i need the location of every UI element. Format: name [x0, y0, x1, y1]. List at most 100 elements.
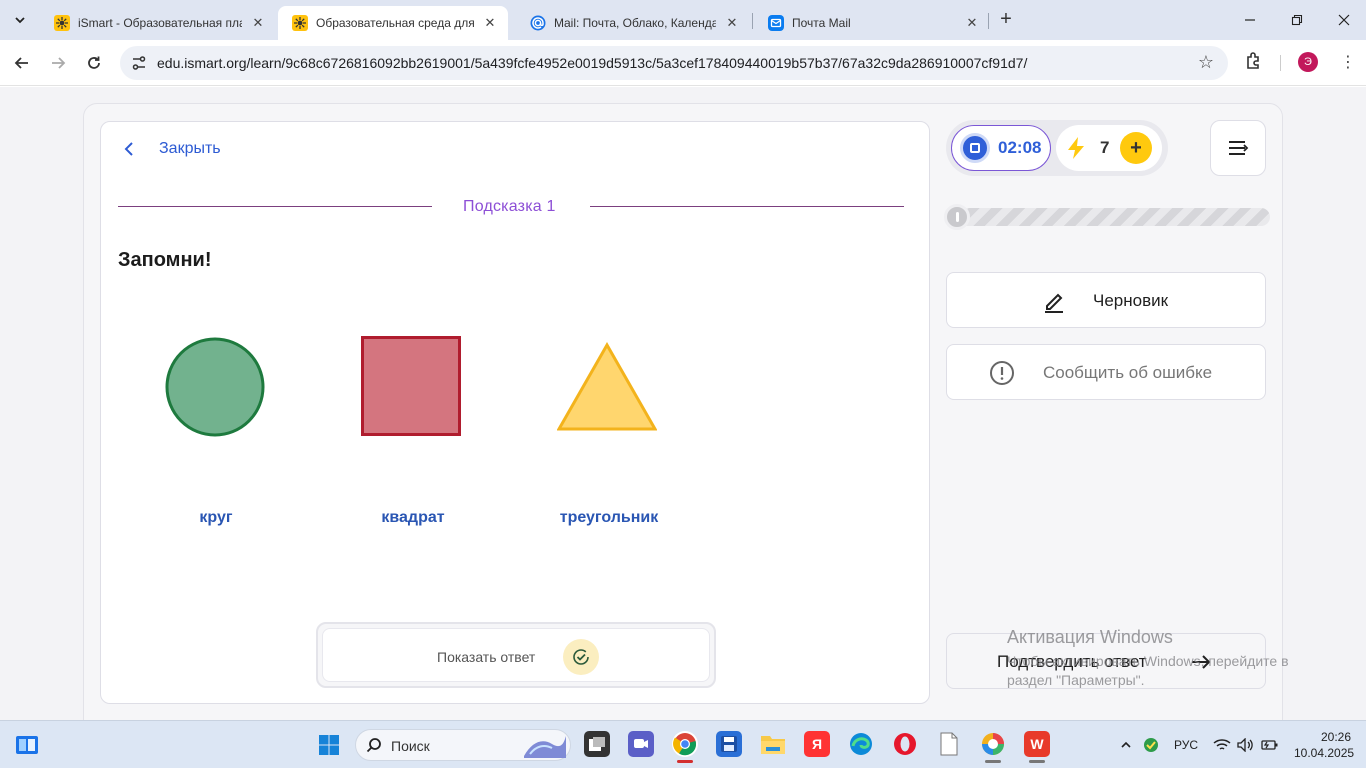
app-indicator	[1029, 760, 1045, 763]
app-indicator	[985, 760, 1001, 763]
circle-shape	[165, 337, 265, 437]
mail-at-favicon-icon	[530, 15, 546, 31]
pencil-icon	[1045, 293, 1063, 313]
task-view-icon[interactable]	[584, 731, 610, 757]
stats-bar: 02:08 7 +	[946, 120, 1168, 176]
site-settings-icon[interactable]	[130, 54, 148, 72]
color-app-icon[interactable]	[980, 731, 1006, 757]
arrow-right-icon	[1192, 655, 1211, 669]
chrome-icon[interactable]	[672, 731, 698, 757]
address-bar[interactable]: edu.ismart.org/learn/9c68c6726816092bb26…	[120, 46, 1228, 80]
menu-lines-icon	[1229, 141, 1249, 155]
tab-close-icon[interactable]: ✕	[964, 15, 980, 31]
check-circle-icon	[563, 639, 599, 675]
ismart-favicon-icon	[54, 15, 70, 31]
close-window-button[interactable]	[1332, 8, 1356, 32]
lesson-progress-bar	[944, 204, 1270, 230]
wps-office-icon[interactable]: W	[1024, 731, 1050, 757]
tab-edu-active[interactable]: Образовательная среда для са ✕	[278, 6, 508, 40]
hint-title: Подсказка 1	[463, 198, 556, 215]
wifi-icon[interactable]	[1213, 736, 1231, 754]
chevron-up-icon[interactable]	[1117, 736, 1135, 754]
square-shape	[361, 336, 461, 436]
close-label: Закрыть	[159, 140, 221, 157]
shape-label-square: квадрат	[381, 509, 445, 526]
stop-timer-icon[interactable]	[960, 133, 990, 163]
tab-title: Почта Mail	[792, 16, 851, 30]
clock-date[interactable]: 10.04.2025	[1294, 746, 1354, 760]
energy-counter: 7 +	[1056, 125, 1162, 171]
chevron-left-icon	[124, 142, 133, 156]
hint-divider-right	[590, 206, 904, 207]
timer-value: 02:08	[998, 138, 1042, 157]
show-answer-button[interactable]: Показать ответ	[316, 622, 716, 688]
show-answer-label: Показать ответ	[437, 649, 536, 665]
tab-close-icon[interactable]: ✕	[482, 15, 498, 31]
lightning-icon	[1068, 137, 1084, 159]
tab-separator	[752, 13, 753, 29]
windows-taskbar: Поиск Я W РУС 20:26 10.04.2025	[0, 720, 1366, 768]
browser-tabstrip: iSmart - Образовательная плат ✕ Образова…	[0, 0, 1366, 40]
tab-separator	[988, 13, 989, 29]
tab-close-icon[interactable]: ✕	[250, 15, 266, 31]
file-explorer-icon[interactable]	[760, 731, 786, 757]
tab-search-button[interactable]	[8, 8, 32, 32]
chrome-active-indicator	[677, 760, 693, 763]
extensions-puzzle-icon[interactable]	[1244, 51, 1264, 71]
search-highlight-icon	[524, 736, 566, 758]
tab-close-icon[interactable]: ✕	[724, 15, 740, 31]
yandex-browser-icon[interactable]: Я	[804, 731, 830, 757]
taskbar-search-label: Поиск	[391, 738, 430, 754]
mail-envelope-favicon-icon	[768, 15, 784, 31]
hint-heading: Запомни!	[118, 249, 212, 271]
tab-title: iSmart - Образовательная плат	[78, 16, 242, 30]
profile-avatar[interactable]: Э	[1298, 52, 1318, 72]
keyboard-language[interactable]: РУС	[1174, 738, 1198, 752]
search-icon	[366, 738, 381, 753]
back-button[interactable]	[10, 51, 34, 75]
toolbar-divider	[1280, 55, 1281, 71]
save-app-icon[interactable]	[716, 731, 742, 757]
shape-label-triangle: треугольник	[559, 509, 659, 526]
address-url: edu.ismart.org/learn/9c68c6726816092bb26…	[157, 55, 1028, 71]
new-tab-button[interactable]: +	[996, 9, 1016, 30]
taskbar-search[interactable]: Поиск	[355, 729, 571, 761]
tray-app-icon[interactable]	[1142, 736, 1160, 754]
timer: 02:08	[951, 125, 1051, 171]
close-hint-link[interactable]: Закрыть	[121, 140, 221, 158]
tab-ismart[interactable]: iSmart - Образовательная плат ✕	[40, 6, 276, 40]
hint-card: Закрыть Подсказка 1 Запомни! круг квадра…	[100, 121, 930, 704]
reload-button[interactable]	[82, 51, 106, 75]
confirm-answer-button[interactable]: Подтвердить ответ	[946, 633, 1266, 689]
restore-button[interactable]	[1285, 8, 1309, 32]
battery-icon[interactable]	[1261, 736, 1279, 754]
teams-chat-icon[interactable]	[628, 731, 654, 757]
minimize-button[interactable]	[1238, 8, 1262, 32]
arrow-right-icon	[52, 57, 66, 69]
shape-label-circle: круг	[199, 509, 233, 526]
browser-toolbar: edu.ismart.org/learn/9c68c6726816092bb26…	[0, 40, 1366, 86]
tab-mail-cloud[interactable]: Mail: Почта, Облако, Календар ✕	[516, 6, 750, 40]
volume-icon[interactable]	[1237, 736, 1255, 754]
reload-icon	[88, 56, 100, 69]
bookmark-star-icon[interactable]: ☆	[1198, 52, 1214, 73]
widgets-icon[interactable]	[14, 733, 40, 757]
edge-icon[interactable]	[848, 731, 874, 757]
report-error-button[interactable]: Сообщить об ошибке	[946, 344, 1266, 400]
windows-start-icon[interactable]	[318, 734, 340, 756]
browser-menu-icon[interactable]: ⋮	[1338, 52, 1358, 72]
progress-knob	[944, 204, 970, 230]
tab-title: Образовательная среда для са	[316, 16, 474, 30]
clock-time[interactable]: 20:26	[1321, 730, 1351, 744]
show-answer-inner: Показать ответ	[322, 628, 710, 682]
exclamation-circle-icon	[990, 361, 1014, 385]
document-icon[interactable]	[936, 731, 962, 757]
add-energy-button[interactable]: +	[1120, 132, 1152, 164]
tab-pochta-mail[interactable]: Почта Mail ✕	[754, 6, 990, 40]
report-error-label: Сообщить об ошибке	[1043, 363, 1213, 382]
lesson-menu-button[interactable]	[1210, 120, 1266, 176]
opera-icon[interactable]	[892, 731, 918, 757]
draft-button[interactable]: Черновик	[946, 272, 1266, 328]
forward-button[interactable]	[46, 51, 70, 75]
tab-title: Mail: Почта, Облако, Календар	[554, 16, 716, 30]
